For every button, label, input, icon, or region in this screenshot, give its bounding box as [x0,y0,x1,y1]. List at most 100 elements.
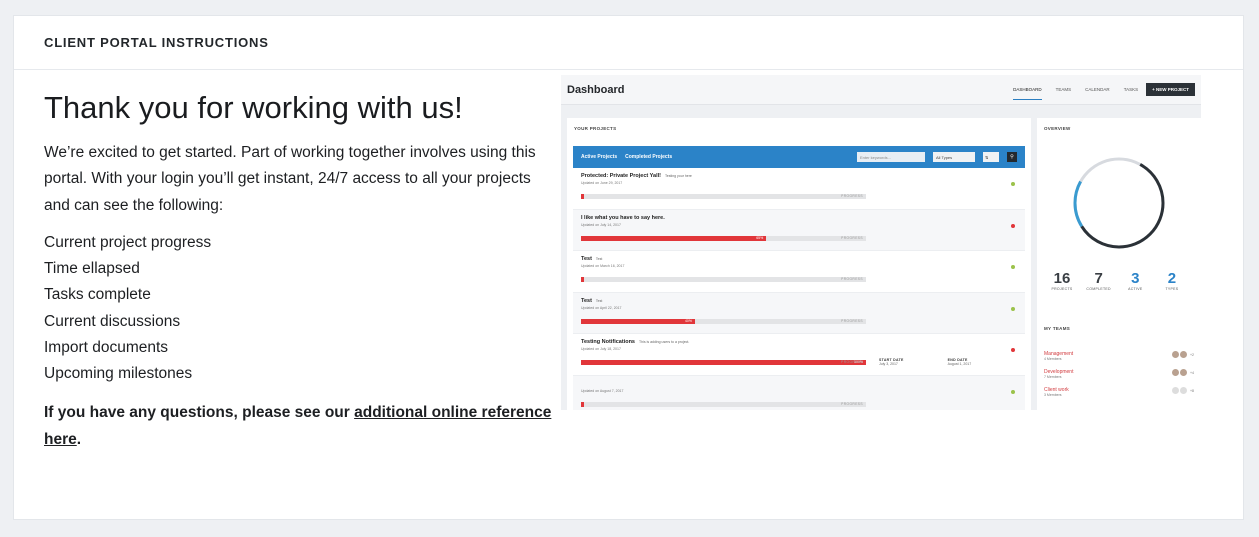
project-progress-bar: 100% PROGRESS [581,360,866,365]
preview-sort-select: ⇅ [983,152,999,162]
stat-value: 16 [1053,270,1071,287]
preview-project-list: Protected: Private Project Yall! Testing … [573,168,1025,410]
team-extra-count: +2 [1190,352,1194,357]
progress-fill [581,277,584,282]
preview-type-select: All Types [933,152,975,162]
preview-project-row: Updated on August 7, 2017 PROGRESS [573,375,1025,410]
intro-text: We’re excited to get started. Part of wo… [44,144,536,214]
stat-label: ACTIVE [1128,287,1143,291]
status-dot [1011,182,1015,186]
project-progress-bar: PROGRESS [581,401,866,407]
preview-overview-label: OVERVIEW [1044,126,1071,131]
card-header: CLIENT PORTAL INSTRUCTIONS [14,16,1243,70]
project-progress-bar: PROGRESS [581,194,866,199]
help-note: If you have any questions, please see ou… [44,399,559,453]
project-updated: Updated on April 22, 2017 [581,305,622,310]
status-dot [1011,306,1015,311]
preview-topbar: Dashboard DASHBOARD TEAMS CALENDAR TASKS… [561,75,1201,105]
project-progress-bar: 65% PROGRESS [581,235,866,241]
status-dot [1011,223,1015,228]
stat-label: PROJECTS [1051,287,1073,291]
feature-item: Tasks complete [44,286,151,304]
preview-project-row: I like what you have to say here. Updated… [573,209,1025,251]
project-updated: Updated on March 16, 2017 [581,264,625,268]
help-note-suffix: . [76,430,82,448]
stat-completed: 7 COMPLETED [1084,270,1114,291]
project-subtitle: This is adding users to a project. [638,340,690,344]
team-avatars: +2 [1172,351,1194,358]
feature-item: Time ellapsed [44,260,140,278]
avatar [1180,387,1187,394]
preview-team-item: Management 4 Members +2 [1044,351,1194,361]
search-icon: ⚲ [1007,152,1017,162]
preview-overview-panel: OVERVIEW 16 PROJECTS 7 COMPLETED 3 ACTIVE 2… [1037,118,1201,410]
project-name: Test Test [581,297,603,304]
preview-project-row: Test Test Updated on March 16, 2017 PROGRES… [573,251,1025,293]
team-extra-count: +8 [1190,388,1194,393]
preview-filter-bar: Active Projects Completed Projects Enter… [573,146,1025,168]
help-note-prefix: If you have any questions, please see ou… [44,403,355,421]
avatar [1172,351,1179,358]
preview-nav: DASHBOARD TEAMS CALENDAR TASKS [1013,80,1138,100]
progress-fill: 65% [581,235,767,241]
progress-tag: PROGRESS [841,360,863,364]
preview-progress-ring [1073,157,1165,249]
progress-tag: PROGRESS [841,318,863,323]
project-updated: Updated on August 7, 2017 [581,388,624,393]
team-avatars: +4 [1172,369,1194,376]
preview-team-item: Development 7 Members +4 [1044,369,1194,379]
progress-fill: 100% [581,360,866,365]
dashboard-preview-image: Dashboard DASHBOARD TEAMS CALENDAR TASKS… [561,75,1201,410]
feature-item: Import documents [44,339,169,357]
team-extra-count: +4 [1190,370,1194,375]
preview-projects-panel: YOUR PROJECTS Active Projects Completed … [567,118,1031,410]
preview-tab-active: Active Projects [581,154,618,160]
preview-new-project-button: + NEW PROJECT [1146,83,1195,96]
stat-label: COMPLETED [1086,287,1111,291]
instructions-content: Thank you for working with us! We’re exc… [44,88,559,453]
preview-tab-completed: Completed Projects [625,154,673,160]
project-name: I like what you have to say here. [581,214,665,221]
project-name: Protected: Private Project Yall! Testing … [581,173,692,179]
preview-stats: 16 PROJECTS 7 COMPLETED 3 ACTIVE 2 TYPES [1047,270,1187,291]
progress-tag: PROGRESS [841,401,863,406]
preview-teams-label: MY TEAMS [1044,326,1071,331]
project-updated: Updated on June 29, 2017 [581,181,623,185]
avatar [1172,369,1179,376]
project-subtitle: Test [595,257,603,261]
preview-nav-dashboard: DASHBOARD [1013,80,1042,100]
card-title: CLIENT PORTAL INSTRUCTIONS [44,35,269,50]
preview-nav-teams: TEAMS [1055,87,1072,92]
project-updated: Updated on July 14, 2017 [581,222,621,227]
stat-active: 3 ACTIVE [1120,270,1150,291]
feature-item: Current project progress [44,233,212,251]
preview-title: Dashboard [567,83,625,96]
project-updated: Updated on July 18, 2017 [581,347,621,351]
preview-project-row: Test Test Updated on April 22, 2017 40% PROG… [573,292,1025,334]
project-name [581,381,1017,387]
preview-nav-calendar: CALENDAR [1085,87,1110,92]
feature-item: Current discussions [44,312,181,330]
stat-value: 7 [1094,270,1103,287]
stat-value: 3 [1131,270,1140,287]
team-avatars: +8 [1172,387,1194,394]
feature-list: Current project progress Time ellapsed T… [44,230,559,388]
project-subtitle: Testing your here [665,174,692,178]
feature-item: Upcoming milestones [44,365,193,383]
project-name: Testing Notifications This is adding user… [581,339,690,345]
progress-tag: PROGRESS [841,194,863,198]
status-dot [1011,348,1015,352]
progress-fill: 40% [581,318,695,324]
preview-project-row: Testing Notifications This is adding user… [573,334,1025,376]
stat-value: 2 [1167,270,1177,287]
preview-project-row: Protected: Private Project Yall! Testing … [573,168,1025,210]
project-dates: START DATE July 3, 2017 END DATE August 1, … [879,358,972,366]
project-progress-bar: PROGRESS [581,277,866,282]
stat-projects: 16 PROJECTS [1047,270,1077,291]
status-dot [1011,389,1015,394]
stat-types: 2 TYPES [1157,270,1187,291]
avatar [1180,369,1187,376]
stat-label: TYPES [1165,287,1179,291]
project-progress-bar: 40% PROGRESS [581,318,866,324]
progress-fill [581,194,584,199]
